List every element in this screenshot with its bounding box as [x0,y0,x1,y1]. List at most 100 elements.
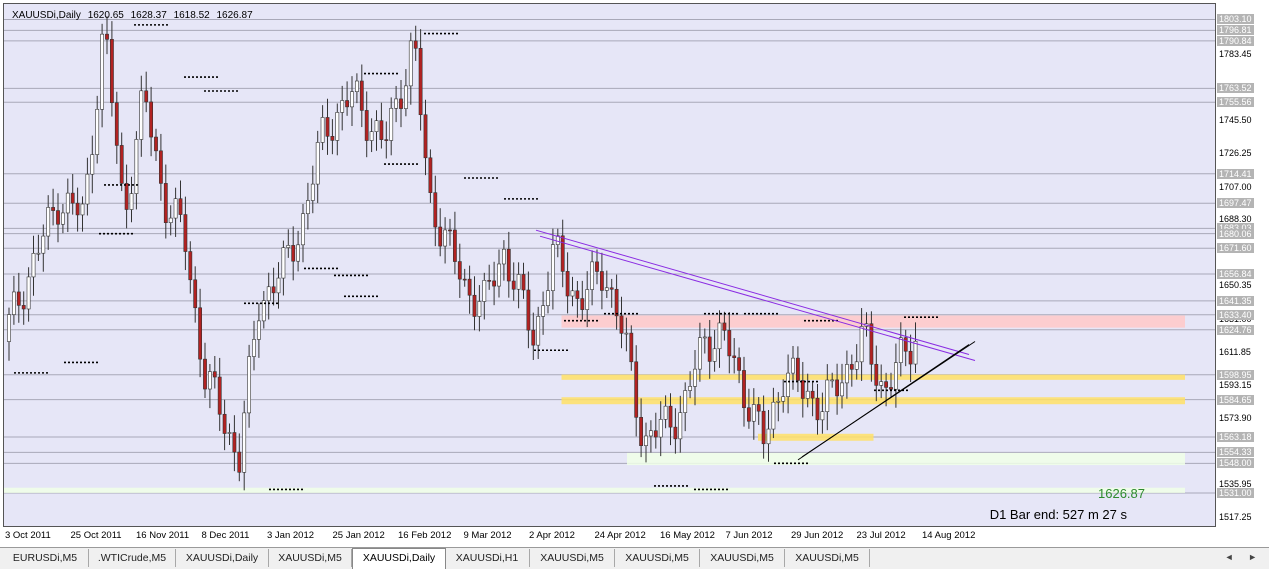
y-axis-level-badge: 1697.47 [1217,198,1254,209]
y-axis-level-badge: 1554.33 [1217,447,1254,458]
candle-body [203,358,207,390]
candle-body [399,98,403,109]
candle-body [320,117,325,143]
candle-body [516,274,521,290]
candle-body [457,261,462,280]
chart-tab[interactable]: XAUUSDi,M5 [785,549,870,567]
chart-plot-area[interactable]: XAUUSDi,Daily 1620.65 1628.37 1618.52 16… [3,3,1216,527]
candle-body [771,401,776,430]
candle-body [751,404,756,422]
candle-body [452,229,457,262]
candle-body [217,376,222,415]
candle-body [423,114,428,159]
candle-body [810,390,815,399]
chart-tab[interactable]: XAUUSDi,M5 [530,549,615,567]
y-axis-level-badge: 1656.84 [1217,268,1254,279]
price-axis[interactable]: 1783.45 1745.50 1726.25 1707.00 1688.30 1650.… [1215,0,1269,526]
candle-body [149,101,154,138]
candle-body [844,364,849,384]
chart-tab[interactable]: .WTICrude,M5 [89,549,176,567]
candle-body [492,280,497,287]
candle-body [340,100,345,113]
candle-body [124,183,129,210]
candle-body [712,348,717,362]
candle-body [85,173,90,205]
x-axis-date-label: 24 Apr 2012 [594,530,646,541]
chart-tab[interactable]: XAUUSDi,Daily [176,549,269,567]
chart-tab[interactable]: XAUUSDi,M5 [269,549,352,567]
candle-body [60,212,65,225]
x-axis-date-label: 3 Jan 2012 [267,530,315,541]
x-axis-date-label: 14 Aug 2012 [922,530,976,541]
candle-body [595,261,599,272]
x-axis-date-label: 16 Feb 2012 [398,530,452,541]
y-axis-level-badge: 1598.95 [1217,369,1254,380]
candle-body [227,432,232,434]
candle-body [913,340,918,365]
candle-body [462,278,467,281]
chart-window[interactable]: XAUUSDi,Daily 1620.65 1628.37 1618.52 16… [0,0,1269,548]
candle-body [693,368,697,387]
candle-body [247,356,252,414]
candle-body [31,253,36,278]
candlestick-chart[interactable] [4,4,1215,526]
y-axis-level-badge: 1763.52 [1217,83,1254,94]
x-axis-date-label: 23 Jul 2012 [856,530,906,541]
candle-body [305,200,310,215]
candle-body [257,320,261,340]
candle-body [795,357,800,381]
candle-body [497,263,501,287]
candle-body [384,139,389,141]
candle-body [585,289,590,310]
y-axis-tick-label: 1650.35 [1219,280,1252,291]
candle-body [732,355,737,358]
candle-body [737,357,742,371]
current-price-label: 1626.87 [1098,486,1145,501]
candle-body [222,413,227,434]
candle-body [599,271,604,291]
candle-body [511,280,516,290]
candle-body [531,329,536,346]
candle-body [154,136,158,152]
y-axis-level-badge: 1714.41 [1217,168,1254,179]
low-value: 1618.52 [173,10,210,21]
candle-body [286,245,291,248]
candle-body [604,287,609,291]
candle-body [364,110,369,141]
candle-body [252,339,256,357]
x-axis-date-label: 9 Mar 2012 [463,530,512,541]
ohlc-header: XAUUSDi,Daily 1620.65 1628.37 1618.52 16… [12,10,257,21]
candle-body [629,332,634,363]
candle-body [624,332,629,335]
y-axis-level-badge: 1548.00 [1217,458,1254,469]
y-axis-level-badge: 1803.10 [1217,14,1254,25]
candle-body [898,337,903,363]
candle-body [467,278,472,296]
candle-body [506,248,511,282]
candle-body [644,435,648,446]
candle-body [477,301,482,317]
candle-body [139,90,144,140]
candle-body [369,131,374,141]
chart-tab[interactable]: EURUSDi,M5 [2,549,89,567]
candle-body [688,386,693,391]
candle-body [683,390,688,413]
candle-body [129,193,134,210]
candle-body [41,235,46,254]
candle-body [403,85,408,109]
chart-tab[interactable]: XAUUSDi,M5 [700,549,785,567]
candle-body [727,330,732,357]
candle-body [16,291,21,306]
candle-body [310,183,315,201]
candle-body [232,432,237,453]
chart-tab[interactable]: XAUUSDi,M5 [615,549,700,567]
candle-body [820,411,825,421]
tab-scroll-arrows-icon[interactable]: ◄ ► [1225,552,1263,562]
time-axis[interactable]: 3 Oct 2011 25 Oct 2011 16 Nov 2011 8 Dec 20… [3,527,1214,545]
candle-body [673,426,678,440]
candle-body [874,363,879,386]
candle-body [51,207,56,211]
chart-tab[interactable]: XAUUSDi,Daily [352,548,446,569]
candle-body [144,90,149,103]
chart-tab[interactable]: XAUUSDi,H1 [445,549,530,567]
